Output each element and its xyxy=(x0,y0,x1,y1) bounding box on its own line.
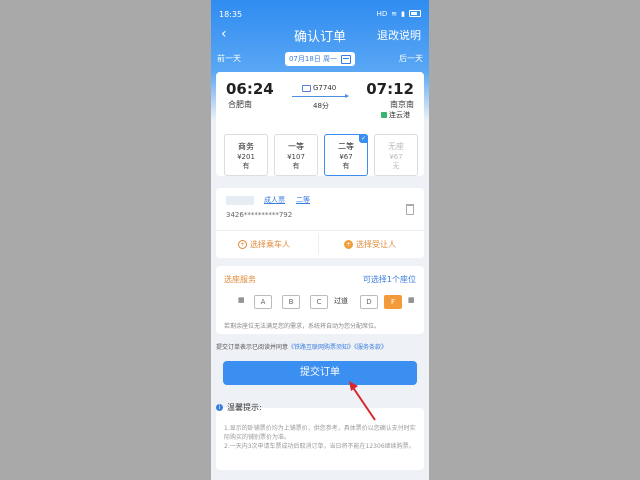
seat-a-button[interactable]: A xyxy=(254,295,272,309)
arrival-time: 07:12 xyxy=(366,80,414,98)
train-number[interactable]: G7740 xyxy=(302,84,336,92)
window-icon: ▦ xyxy=(408,296,415,304)
train-icon xyxy=(302,84,311,92)
status-icons: HD ≋ ▮ xyxy=(377,10,421,18)
seat-price: ¥201 xyxy=(237,153,255,161)
seat-option-business[interactable]: 商务 ¥201 有 xyxy=(224,134,268,176)
day-switcher: 前一天 07月18日 周一 后一天 xyxy=(211,52,429,66)
add-icon: + xyxy=(238,240,247,249)
calendar-icon xyxy=(341,54,352,64)
seat-d-button[interactable]: D xyxy=(360,295,378,309)
seat-name: 商务 xyxy=(238,142,254,151)
train-number-label: G7740 xyxy=(313,84,337,92)
window-icon: ▦ xyxy=(238,296,245,304)
refund-info-link[interactable]: 退改说明 xyxy=(377,27,421,43)
terms-link[interactable]: 《服务条款》 xyxy=(354,344,387,351)
seat-selection-note: 若剩余座位无法满足您的需求，系统将自动为您分配席位。 xyxy=(224,323,381,330)
seat-name: 无座 xyxy=(388,142,404,151)
tips-title: 温馨提示: xyxy=(227,403,262,412)
passenger-name-redacted xyxy=(226,196,254,205)
prev-day-button[interactable]: 前一天 xyxy=(217,53,241,64)
departure-time: 06:24 xyxy=(226,80,274,98)
agreement-prefix: 提交订单表示已阅读并同意 xyxy=(216,344,289,351)
route-arrow-line xyxy=(292,94,349,98)
seat-class-link[interactable]: 二等 xyxy=(296,195,310,205)
seat-availability: 有 xyxy=(342,162,350,170)
nav-bar: ‹ 确认订单 退改说明 xyxy=(211,24,429,46)
submit-order-button[interactable]: 提交订单 xyxy=(223,361,417,385)
tips-body: 1.显示的卧铺票价均为上铺票价，供您参考，具体票价以您确认支付时实际购买的铺别票… xyxy=(224,424,420,451)
selected-check-icon: ✓ xyxy=(359,134,368,143)
seat-availability: 无 xyxy=(392,162,400,170)
ticket-rules-link[interactable]: 《铁路互联网购票须知》 xyxy=(288,344,354,351)
phone-screen: 18:35 HD ≋ ▮ ‹ 确认订单 退改说明 前一天 07月18日 周一 后… xyxy=(211,0,429,480)
departure-station: 合肥南 xyxy=(228,100,252,109)
tips-header: i 温馨提示: xyxy=(216,402,262,413)
passenger-id: 3426**********792 xyxy=(226,211,293,219)
date-label: 07月18日 周一 xyxy=(288,55,338,63)
seat-b-button[interactable]: B xyxy=(282,295,300,309)
seat-price: ¥67 xyxy=(339,153,353,161)
seat-option-first[interactable]: 一等 ¥107 有 xyxy=(274,134,318,176)
delete-passenger-icon[interactable] xyxy=(406,204,414,215)
seat-f-button[interactable]: F xyxy=(384,295,402,309)
select-passenger-label: 选择乘车人 xyxy=(250,240,290,249)
signal-icon: ▮ xyxy=(401,10,405,18)
status-bar: 18:35 HD ≋ ▮ xyxy=(219,8,421,20)
tip-line: 1.显示的卧铺票价均为上铺票价，供您参考，具体票价以您确认支付时实际购买的铺别票… xyxy=(224,425,416,441)
divider xyxy=(216,230,424,231)
seat-map: ▦ A B C 过道 D F ▦ xyxy=(224,295,420,311)
seat-price: ¥67 xyxy=(389,153,403,161)
seat-price: ¥107 xyxy=(287,153,305,161)
seat-option-second[interactable]: 二等 ¥67 有 ✓ xyxy=(324,134,368,176)
terminal-icon xyxy=(381,112,387,118)
seat-selection-hint: 可选择1个座位 xyxy=(362,275,416,284)
add-icon: + xyxy=(344,240,353,249)
trip-duration: 48分 xyxy=(313,102,329,110)
arrival-station: 南京南 xyxy=(390,100,414,109)
battery-icon xyxy=(409,10,421,17)
aisle-label: 过道 xyxy=(334,297,348,305)
status-time: 18:35 xyxy=(219,9,243,19)
next-day-button[interactable]: 后一天 xyxy=(399,53,423,64)
train-card: 06:24 合肥南 G7740 48分 07:12 南京南 连云港 商务 ¥20… xyxy=(216,72,424,176)
select-passenger-button[interactable]: + 选择乘车人 xyxy=(238,239,290,250)
annotation-arrow-icon xyxy=(349,381,376,421)
ticket-type-link[interactable]: 成人票 xyxy=(264,195,285,205)
terminal-station: 连云港 xyxy=(381,110,410,120)
agreement-text: 提交订单表示已阅读并同意《铁路互联网购票须知》《服务条款》 xyxy=(216,342,387,351)
seat-selection-card: 选座服务 可选择1个座位 ▦ A B C 过道 D F ▦ 若剩余座位无法满足您… xyxy=(216,266,424,334)
wifi-icon: ≋ xyxy=(391,10,398,18)
seat-availability: 有 xyxy=(292,162,300,170)
date-picker[interactable]: 07月18日 周一 xyxy=(285,52,355,66)
passenger-card: 成人票 二等 3426**********792 + 选择乘车人 + 选择受让人 xyxy=(216,188,424,258)
terminal-station-label: 连云港 xyxy=(389,111,410,119)
volte-icon: HD xyxy=(376,10,388,18)
seat-c-button[interactable]: C xyxy=(310,295,328,309)
divider xyxy=(318,234,319,254)
tip-line: 2.一天内3次申请车票成功后取消订单，当日将不能在12306继续购票。 xyxy=(224,443,415,450)
info-icon: i xyxy=(216,404,223,411)
seat-option-standing[interactable]: 无座 ¥67 无 xyxy=(374,134,418,176)
seat-name: 一等 xyxy=(288,142,304,151)
tips-card: 1.显示的卧铺票价均为上铺票价，供您参考，具体票价以您确认支付时实际购买的铺别票… xyxy=(216,408,424,470)
select-receiver-button[interactable]: + 选择受让人 xyxy=(344,239,396,250)
seat-class-options: 商务 ¥201 有 一等 ¥107 有 二等 ¥67 有 ✓ 无座 ¥67 无 xyxy=(224,134,420,176)
select-receiver-label: 选择受让人 xyxy=(356,240,396,249)
seat-availability: 有 xyxy=(242,162,250,170)
seat-selection-title: 选座服务 xyxy=(224,275,256,284)
